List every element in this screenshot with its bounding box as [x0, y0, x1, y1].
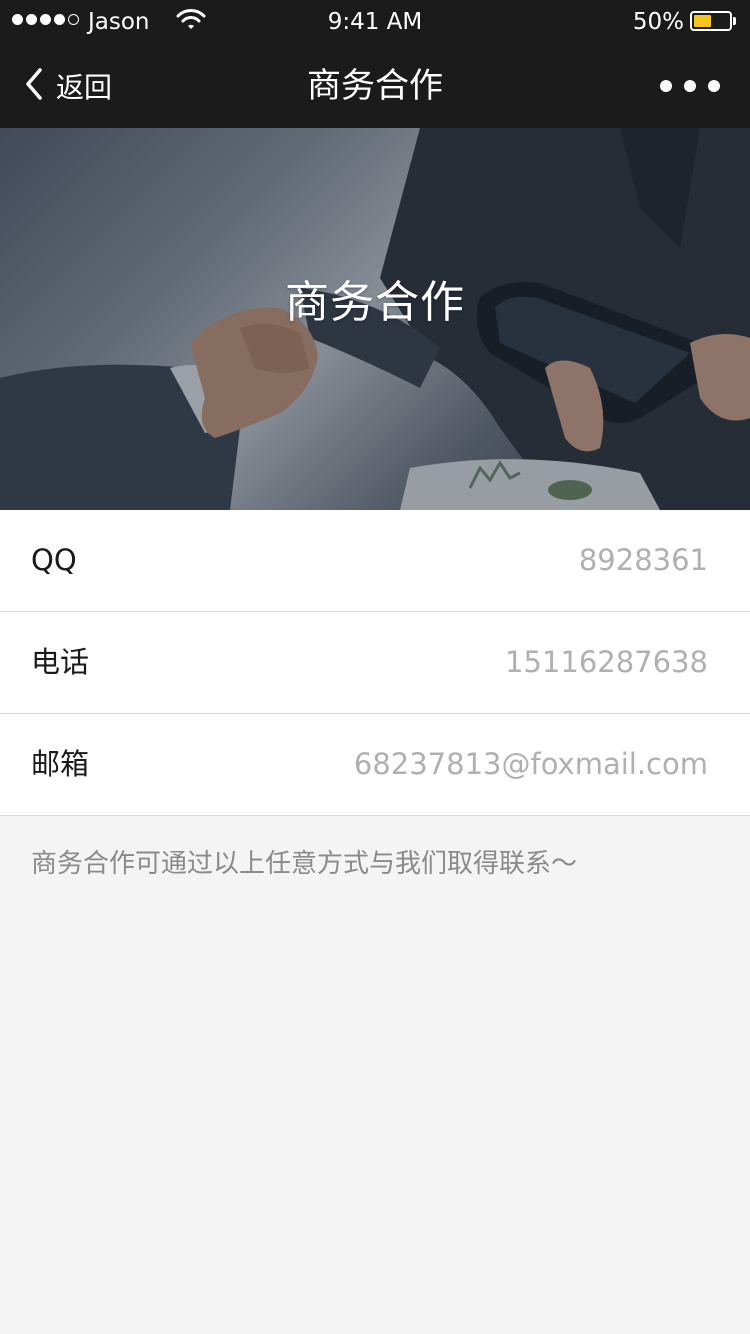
contact-value: 8928361	[578, 543, 708, 577]
battery-tip	[733, 17, 736, 25]
more-button[interactable]	[660, 74, 720, 98]
contact-row-qq[interactable]: QQ 8928361	[0, 510, 750, 612]
back-button[interactable]: 返回	[24, 62, 112, 110]
navigation-bar: 商务合作 返回	[0, 44, 750, 128]
contact-row-email[interactable]: 邮箱 68237813@foxmail.com	[0, 714, 750, 816]
contact-label: 电话	[31, 645, 90, 679]
status-bar: Jason 9:41 AM 50%	[0, 0, 750, 44]
banner-title: 商务合作	[285, 277, 465, 328]
more-dots-icon	[660, 80, 672, 92]
battery-fill	[694, 15, 711, 27]
back-label: 返回	[56, 71, 113, 104]
chevron-left-icon	[24, 67, 44, 105]
contact-label: QQ	[31, 543, 77, 577]
contact-value: 15116287638	[505, 645, 708, 679]
contact-label: 邮箱	[31, 747, 90, 781]
nav-title: 商务合作	[307, 66, 443, 106]
footer-note: 商务合作可通过以上任意方式与我们取得联系～	[31, 849, 578, 879]
battery-percent: 50%	[632, 9, 684, 35]
contact-row-phone[interactable]: 电话 15116287638	[0, 612, 750, 714]
contact-list: QQ 8928361 电话 15116287638 邮箱 68237813@fo…	[0, 510, 750, 816]
battery-icon	[690, 11, 732, 31]
contact-value: 68237813@foxmail.com	[353, 747, 708, 781]
banner-image: 商务合作	[0, 128, 750, 510]
